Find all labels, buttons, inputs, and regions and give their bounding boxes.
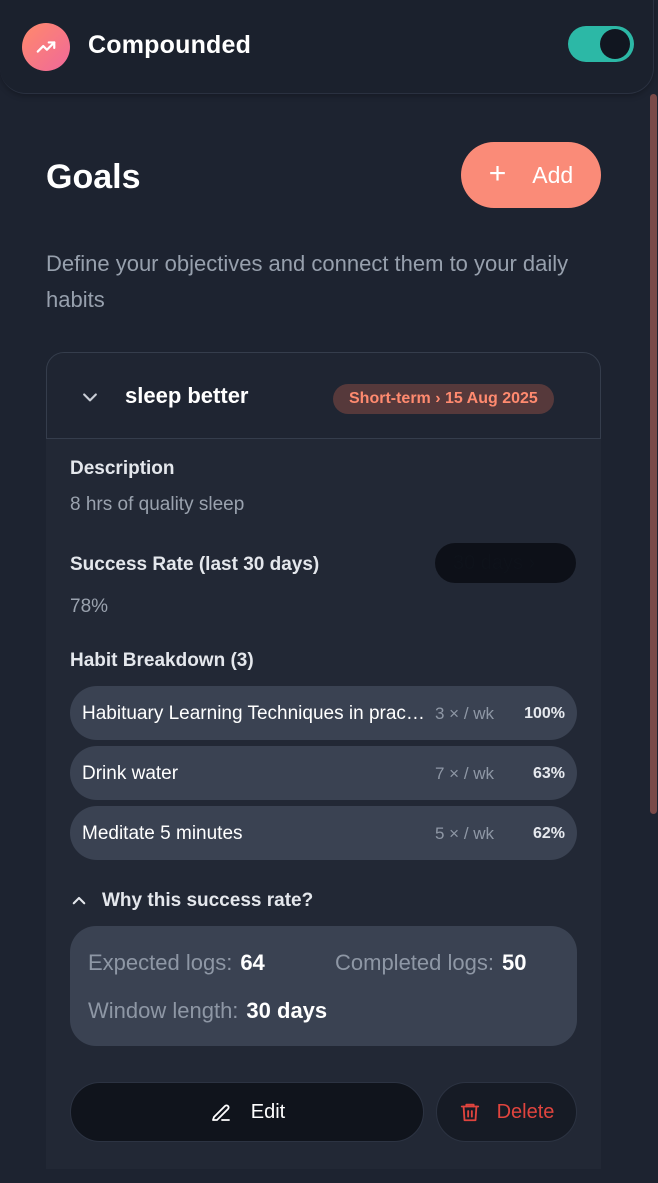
goal-card-body: Description 8 hrs of quality sleep Succe… bbox=[46, 439, 601, 1169]
edit-button[interactable]: Edit bbox=[70, 1082, 424, 1142]
goal-name: sleep better bbox=[125, 383, 249, 408]
expected-logs-label: Expected logs: bbox=[88, 950, 233, 975]
page-title: Goals bbox=[46, 158, 141, 196]
description-value: 8 hrs of quality sleep bbox=[70, 494, 245, 515]
plus-icon: + bbox=[488, 156, 507, 190]
expected-logs-value: 64 bbox=[240, 950, 265, 975]
habit-percentage: 62% bbox=[532, 825, 565, 842]
range-selector[interactable]: 30 days › bbox=[435, 543, 576, 583]
delete-button-label: Delete bbox=[496, 1100, 555, 1123]
app-root: Compounded Goals + Add Define your objec… bbox=[0, 0, 658, 1183]
expected-logs-stat: Expected logs: 64 bbox=[88, 950, 265, 976]
habit-row[interactable]: Drink water 7 × / wk 63% bbox=[70, 746, 577, 800]
trending-up-icon bbox=[36, 41, 56, 53]
completed-logs-label: Completed logs: bbox=[335, 950, 494, 975]
habit-row[interactable]: Meditate 5 minutes 5 × / wk 62% bbox=[70, 806, 577, 860]
why-success-rate-toggle[interactable]: Why this success rate? bbox=[70, 889, 313, 913]
app-logo bbox=[22, 23, 70, 71]
theme-toggle[interactable] bbox=[568, 26, 634, 62]
success-stats-box: Expected logs: 64 Completed logs: 50 Windo… bbox=[70, 926, 577, 1046]
window-length-label: Window length: bbox=[88, 998, 239, 1023]
description-label: Description bbox=[70, 458, 175, 479]
habit-frequency: 3 × / wk bbox=[435, 704, 495, 723]
goal-card-header[interactable]: sleep better Short-term › 15 Aug 2025 bbox=[46, 352, 601, 439]
habit-name: Meditate 5 minutes bbox=[82, 823, 243, 844]
habit-percentage: 100% bbox=[524, 705, 565, 722]
window-length-stat: Window length: 30 days bbox=[88, 998, 327, 1024]
delete-button[interactable]: Delete bbox=[436, 1082, 577, 1142]
pencil-icon bbox=[211, 1104, 230, 1121]
add-button-label: Add bbox=[532, 161, 574, 188]
toggle-knob bbox=[600, 29, 630, 59]
habit-name: Drink water bbox=[82, 763, 179, 784]
window-length-value: 30 days bbox=[246, 998, 328, 1023]
habit-name: Habituary Learning Techniques in practic… bbox=[82, 703, 426, 724]
habit-frequency: 5 × / wk bbox=[435, 824, 495, 843]
habit-breakdown-label: Habit Breakdown (3) bbox=[70, 650, 254, 671]
habit-row[interactable]: Habituary Learning Techniques in practic… bbox=[70, 686, 577, 740]
why-success-rate-label: Why this success rate? bbox=[102, 890, 314, 911]
app-header: Compounded bbox=[0, 0, 654, 94]
chevron-down-icon[interactable] bbox=[80, 387, 100, 407]
add-goal-button[interactable]: + Add bbox=[461, 142, 601, 208]
goal-term-badge: Short-term › 15 Aug 2025 bbox=[333, 384, 554, 414]
page-description: Define your objectives and connect them … bbox=[46, 251, 569, 312]
habit-frequency: 7 × / wk bbox=[435, 764, 495, 783]
success-rate-value: 78% bbox=[70, 596, 109, 617]
app-title: Compounded bbox=[88, 31, 252, 59]
chevron-up-icon bbox=[72, 896, 86, 905]
habit-percentage: 63% bbox=[532, 765, 565, 782]
edit-button-label: Edit bbox=[250, 1100, 286, 1123]
completed-logs-value: 50 bbox=[501, 950, 527, 975]
scrollbar-thumb[interactable] bbox=[650, 94, 657, 814]
completed-logs-stat: Completed logs: 50 bbox=[335, 950, 526, 976]
success-rate-label: Success Rate (last 30 days) bbox=[70, 554, 320, 575]
trash-icon bbox=[460, 1103, 479, 1122]
